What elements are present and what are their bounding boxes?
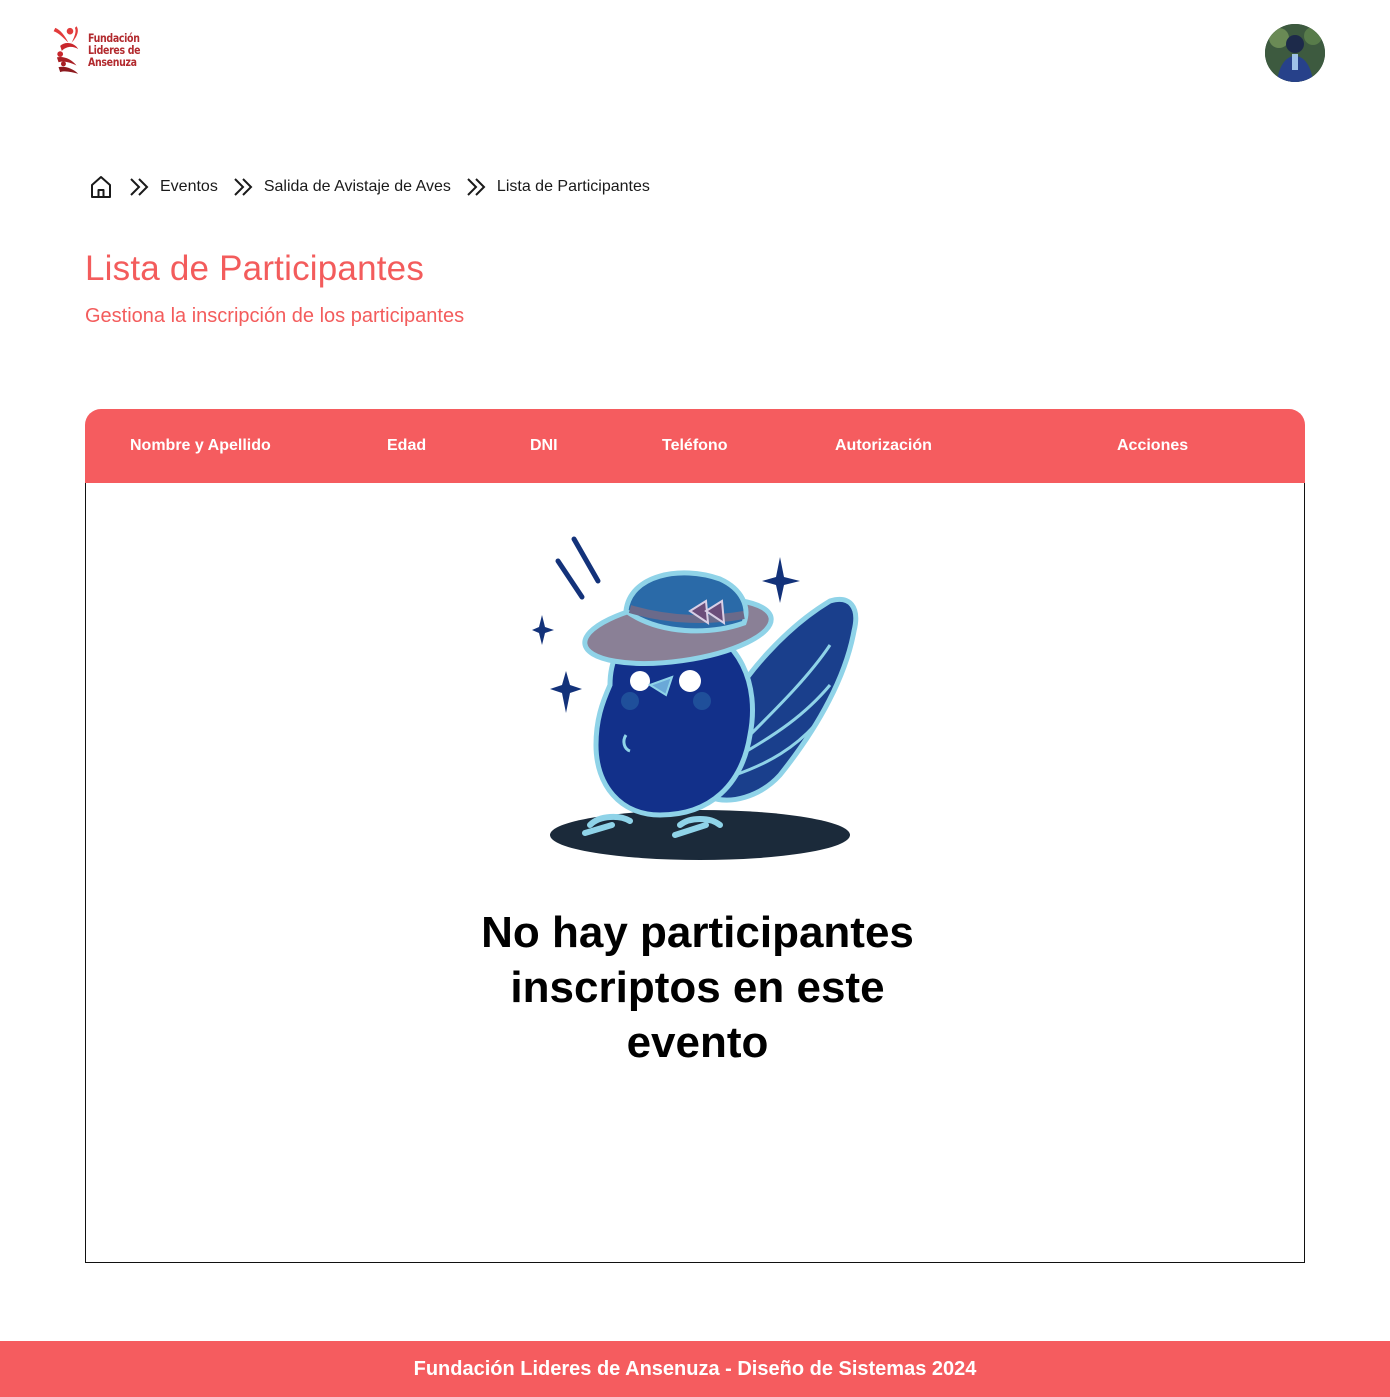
participants-table-header: Nombre y Apellido Edad DNI Teléfono Auto… (85, 409, 1305, 483)
column-header-authorization: Autorización (835, 437, 932, 454)
page-subtitle: Gestiona la inscripción de los participa… (85, 305, 465, 327)
home-icon (91, 176, 111, 198)
breadcrumb-item-eventos[interactable]: Eventos (160, 178, 218, 196)
bird-with-hat-illustration (532, 536, 859, 860)
double-chevron-right-icon (465, 177, 489, 197)
breadcrumb-item-current: Lista de Participantes (496, 178, 650, 195)
footer: Fundación Lideres de Ansenuza - Diseño d… (0, 1341, 1390, 1397)
breadcrumb: Eventos Salida de Avistaje de Aves Lista… (88, 172, 650, 202)
empty-state-message: No hay participantes inscriptos en este … (481, 908, 914, 1067)
logo-text: Fundación Lideres de Ansenuza (88, 32, 141, 69)
column-header-dni: DNI (530, 437, 558, 454)
logo-figures-icon (53, 26, 79, 74)
user-avatar-icon (1265, 24, 1325, 82)
column-header-actions: Acciones (1117, 437, 1189, 454)
column-header-age: Edad (387, 437, 427, 454)
double-chevron-right-icon (232, 177, 256, 197)
page-title: Lista de Participantes (85, 249, 425, 288)
logo-line-3: Ansenuza (88, 55, 138, 69)
breadcrumb-item-event[interactable]: Salida de Avistaje de Aves (264, 178, 451, 196)
column-header-phone: Teléfono (662, 437, 728, 454)
double-chevron-right-icon (128, 177, 152, 197)
column-header-name: Nombre y Apellido (130, 437, 271, 454)
breadcrumb-home[interactable] (88, 173, 114, 201)
user-avatar[interactable] (1265, 24, 1325, 82)
brand-logo[interactable]: Fundación Lideres de Ansenuza (52, 18, 152, 82)
